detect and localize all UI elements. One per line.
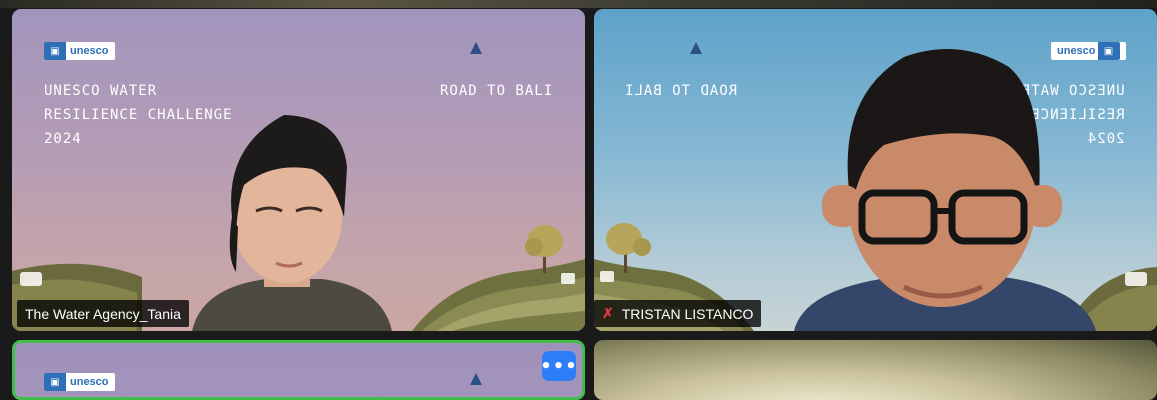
unesco-temple-icon: ▣	[44, 373, 66, 391]
top-strip	[0, 0, 1157, 8]
participant-video-tristan	[784, 37, 1104, 331]
water-agency-logo	[470, 373, 482, 385]
video-tile-active-speaker[interactable]: ▣ unesco •••	[12, 340, 585, 400]
video-tile-tristan[interactable]: unesco ▣ ROAD TO BALI UNESCO WATER RESIL…	[594, 9, 1157, 331]
participant-name-label: The Water Agency_Tania	[17, 300, 189, 327]
participant-name-label: ✗ TRISTAN LISTANCO	[594, 300, 762, 327]
mic-muted-icon: ✗	[602, 305, 614, 321]
water-agency-icon	[470, 373, 482, 385]
video-tile-tania[interactable]: ▣ unesco UNESCO WATER RESILIENCE CHALLEN…	[12, 9, 585, 331]
more-options-button[interactable]: •••	[540, 351, 577, 381]
video-tile-fourth[interactable]	[594, 340, 1157, 400]
camera-icon	[20, 272, 42, 286]
participant-video-tania	[192, 107, 392, 331]
unesco-logo: ▣ unesco	[44, 373, 115, 391]
camera-icon	[1125, 272, 1147, 286]
